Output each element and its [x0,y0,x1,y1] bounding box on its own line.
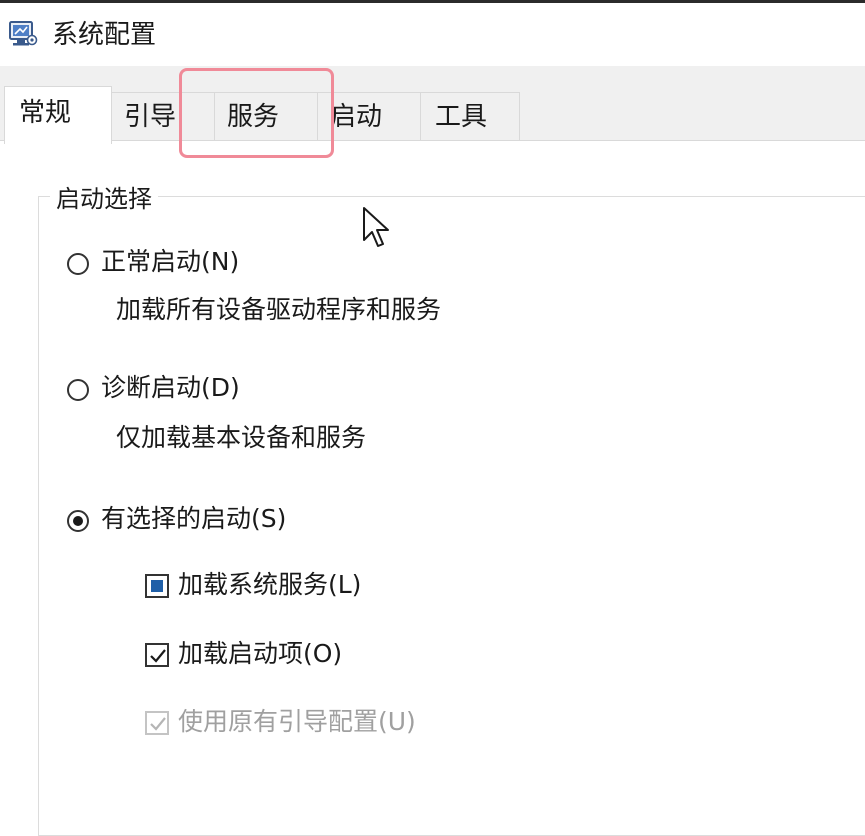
checkmark-icon [150,649,166,663]
mouse-cursor-icon [363,207,389,247]
title-bar: 系统配置 [0,3,865,66]
selective-startup-radio[interactable] [67,510,89,532]
tab-boot-label: 引导 [124,102,177,132]
normal-startup-radio[interactable] [67,253,89,275]
tab-general[interactable]: 常规 [4,86,112,144]
checkmark-icon [150,717,166,731]
tab-tools-label: 工具 [435,102,488,132]
load-system-services-checkbox[interactable] [145,574,169,598]
selective-startup-label[interactable]: 有选择的启动(S) [101,503,286,535]
tab-services-label: 服务 [227,102,280,132]
normal-startup-label[interactable]: 正常启动(N) [101,246,239,278]
startup-selection-title: 启动选择 [50,184,158,214]
tab-startup-label: 启动 [330,102,383,132]
tab-services[interactable]: 服务 [214,92,318,140]
load-system-services-label[interactable]: 加载系统服务(L) [178,569,361,601]
diagnostic-startup-radio[interactable] [67,379,89,401]
diagnostic-startup-description: 仅加载基本设备和服务 [116,423,367,452]
use-original-boot-config-checkbox [145,711,169,735]
window-title: 系统配置 [52,20,157,50]
load-startup-items-checkbox[interactable] [145,643,169,667]
diagnostic-startup-label[interactable]: 诊断启动(D) [101,372,240,404]
load-startup-items-label[interactable]: 加载启动项(O) [178,638,342,670]
tab-boot[interactable]: 引导 [111,92,215,140]
tab-startup[interactable]: 启动 [317,92,421,140]
system-config-icon [9,21,38,46]
tab-tools[interactable]: 工具 [420,92,520,140]
tab-general-label: 常规 [19,98,72,128]
use-original-boot-config-label: 使用原有引导配置(U) [178,707,416,736]
normal-startup-description: 加载所有设备驱动程序和服务 [116,295,442,324]
